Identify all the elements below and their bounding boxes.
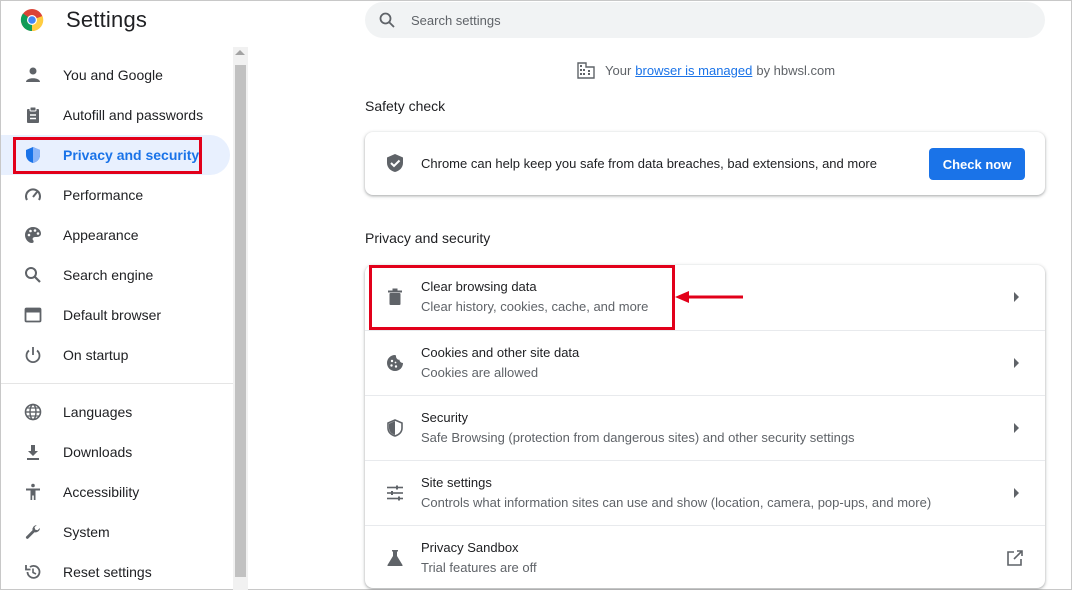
shield-icon — [23, 145, 43, 165]
scroll-up-arrow-icon[interactable] — [235, 50, 245, 55]
sidebar-item-label: On startup — [63, 347, 129, 363]
privacy-card: Clear browsing data Clear history, cooki… — [365, 265, 1045, 588]
globe-icon — [23, 402, 43, 422]
managed-suffix: by hbwsl.com — [756, 62, 836, 78]
search-icon — [377, 10, 397, 30]
sidebar-item-label: Privacy and security — [63, 147, 200, 163]
sidebar-item-label: System — [63, 524, 110, 540]
sidebar-item-system[interactable]: System — [1, 512, 230, 552]
person-icon — [23, 65, 43, 85]
safety-check-text: Chrome can help keep you safe from data … — [421, 156, 877, 171]
row-subtitle: Safe Browsing (protection from dangerous… — [421, 430, 855, 445]
chrome-logo-icon — [20, 9, 44, 32]
sidebar-item-label: Autofill and passwords — [63, 107, 204, 123]
sidebar-item-reset-settings[interactable]: Reset settings — [1, 552, 230, 590]
row-subtitle: Trial features are off — [421, 560, 537, 575]
sidebar-item-label: Default browser — [63, 307, 162, 323]
search-input[interactable] — [411, 12, 1011, 28]
site-settings-row[interactable]: Site settings Controls what information … — [365, 460, 1045, 525]
sidebar-item-languages[interactable]: Languages — [1, 392, 230, 432]
browser-icon — [23, 305, 43, 325]
shield-check-icon — [387, 154, 403, 172]
sidebar-item-appearance[interactable]: Appearance — [1, 215, 230, 255]
external-link-icon[interactable] — [1005, 548, 1025, 568]
reset-icon — [23, 562, 43, 582]
browser-managed-link[interactable]: browser is managed — [635, 63, 752, 78]
safety-check-heading: Safety check — [365, 98, 446, 114]
sidebar-item-on-startup[interactable]: On startup — [1, 335, 230, 375]
chevron-right-icon — [1014, 488, 1019, 498]
sidebar-item-you-and-google[interactable]: You and Google — [1, 55, 230, 95]
row-subtitle: Clear history, cookies, cache, and more — [421, 299, 649, 314]
row-title: Security — [421, 410, 468, 425]
cookie-icon — [385, 353, 405, 373]
privacy-section-heading: Privacy and security — [365, 230, 491, 246]
sidebar-item-search-engine[interactable]: Search engine — [1, 255, 230, 295]
chevron-right-icon — [1014, 358, 1019, 368]
sidebar-item-label: You and Google — [63, 67, 163, 83]
row-subtitle: Controls what information sites can use … — [421, 495, 932, 510]
sliders-icon — [385, 483, 405, 503]
sidebar-item-default-browser[interactable]: Default browser — [1, 295, 230, 335]
search-icon — [23, 265, 43, 285]
sidebar-item-label: Languages — [63, 404, 133, 420]
row-title: Clear browsing data — [421, 279, 537, 294]
search-bar[interactable] — [365, 2, 1045, 38]
row-title: Privacy Sandbox — [421, 540, 519, 555]
sidebar-item-accessibility[interactable]: Accessibility — [1, 472, 230, 512]
sidebar-item-performance[interactable]: Performance — [1, 175, 230, 215]
check-now-button[interactable]: Check now — [929, 148, 1025, 180]
sidebar: You and Google Autofill and passwords Pr… — [1, 55, 233, 590]
accessibility-icon — [23, 482, 43, 502]
flask-icon — [385, 548, 405, 568]
wrench-icon — [23, 522, 43, 542]
privacy-sandbox-row[interactable]: Privacy Sandbox Trial features are off — [365, 525, 1045, 590]
cookies-row[interactable]: Cookies and other site data Cookies are … — [365, 330, 1045, 395]
sidebar-item-downloads[interactable]: Downloads — [1, 432, 230, 472]
sidebar-item-privacy-and-security[interactable]: Privacy and security — [1, 135, 230, 175]
clear-browsing-data-row[interactable]: Clear browsing data Clear history, cooki… — [365, 265, 1045, 330]
shield-icon — [385, 418, 405, 438]
app-title: Settings — [66, 7, 148, 32]
clipboard-icon — [23, 105, 43, 125]
sidebar-item-label: Performance — [63, 187, 144, 203]
sidebar-item-label: Appearance — [63, 227, 139, 243]
row-subtitle: Cookies are allowed — [421, 365, 539, 380]
row-title: Cookies and other site data — [421, 345, 580, 360]
row-title: Site settings — [421, 475, 492, 490]
managed-prefix: Your — [605, 62, 632, 78]
sidebar-item-label: Reset settings — [63, 564, 152, 580]
chevron-right-icon — [1014, 423, 1019, 433]
building-icon — [577, 61, 597, 79]
palette-icon — [23, 225, 43, 245]
safety-check-card: Chrome can help keep you safe from data … — [365, 132, 1045, 195]
sidebar-item-label: Accessibility — [63, 484, 140, 500]
sidebar-item-autofill[interactable]: Autofill and passwords — [1, 95, 230, 135]
trash-icon — [385, 287, 405, 307]
speedometer-icon — [23, 185, 43, 205]
sidebar-item-label: Search engine — [63, 267, 154, 283]
sidebar-scrollbar-thumb[interactable] — [235, 65, 246, 577]
power-icon — [23, 345, 43, 365]
chevron-right-icon — [1014, 292, 1019, 302]
download-icon — [23, 442, 43, 462]
security-row[interactable]: Security Safe Browsing (protection from … — [365, 395, 1045, 460]
managed-notice: Your browser is managed by hbwsl.com — [577, 61, 835, 79]
sidebar-divider — [1, 383, 233, 384]
sidebar-item-label: Downloads — [63, 444, 133, 460]
